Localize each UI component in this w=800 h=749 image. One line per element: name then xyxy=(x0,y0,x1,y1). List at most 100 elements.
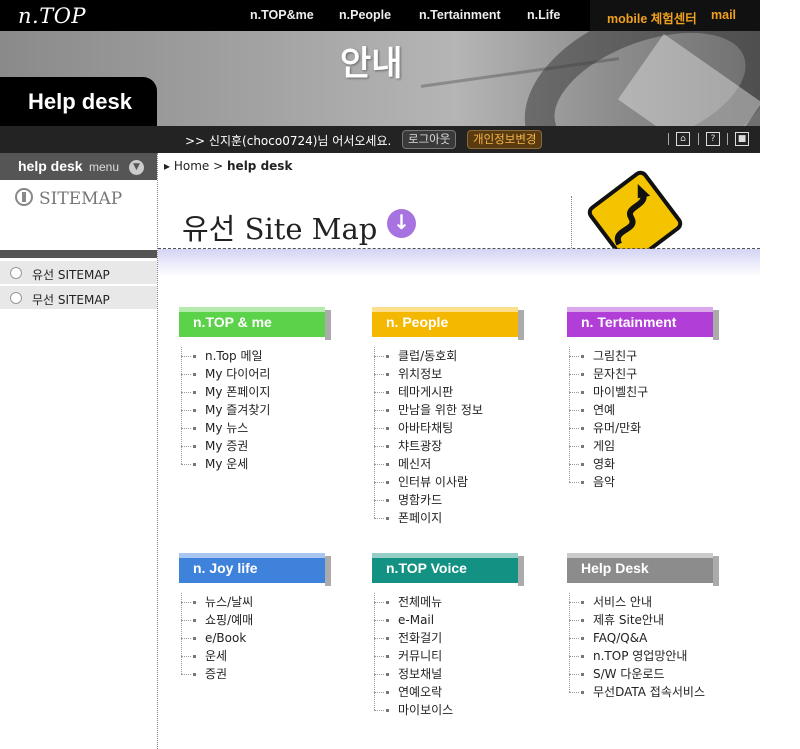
sidebar-header: help desk menu ▼ xyxy=(0,153,157,180)
title-divider xyxy=(571,196,572,248)
mobile-area: mobile 체험센터 mail xyxy=(590,0,760,31)
category-npeople: n. People 클럽/동호회 위치정보 테마게시판 만남을 위한 정보 아바타채팅 챠… xyxy=(372,307,524,527)
mail-link[interactable]: mail xyxy=(711,8,736,22)
breadcrumb-current: help desk xyxy=(227,159,293,173)
category-link[interactable]: 뉴스/날씨 xyxy=(181,593,329,611)
category-link[interactable]: 마이벨친구 xyxy=(569,383,717,401)
category-link[interactable]: 전화걸기 xyxy=(374,629,522,647)
greeting-text: >> 신지훈(choco0724)님 어서오세요. xyxy=(185,134,392,148)
category-link[interactable]: 그림친구 xyxy=(569,347,717,365)
help-icon[interactable]: ? xyxy=(706,132,720,146)
page-title: 유선 Site Map xyxy=(182,212,378,246)
nav-npeople[interactable]: n.People xyxy=(339,8,391,22)
category-link[interactable]: 유머/만화 xyxy=(569,419,717,437)
category-link[interactable]: S/W 다운로드 xyxy=(569,665,717,683)
category-link[interactable]: 커뮤니티 xyxy=(374,647,522,665)
sidebar-item-label: 무선 SITEMAP xyxy=(32,293,110,307)
category-link[interactable]: e-Mail xyxy=(374,611,522,629)
mobile-center-link[interactable]: mobile 체험센터 xyxy=(607,8,697,27)
sidebar-sitemap-heading: SITEMAP xyxy=(15,188,122,209)
category-link[interactable]: 테마게시판 xyxy=(374,383,522,401)
category-help-desk: Help Desk 서비스 안내 제휴 Site안내 FAQ/Q&A n.TOP 영업… xyxy=(567,553,719,701)
nav-ntop-me[interactable]: n.TOP&me xyxy=(250,8,314,22)
category-list: 그림친구 문자친구 마이벨친구 연예 유머/만화 게임 영화 음악 xyxy=(569,347,717,491)
category-link[interactable]: 서비스 안내 xyxy=(569,593,717,611)
user-bar: >> 신지훈(choco0724)님 어서오세요. 로그아웃 개인정보변경 ⌂ … xyxy=(0,126,760,153)
category-link[interactable]: My 즐겨찾기 xyxy=(181,401,329,419)
divider xyxy=(727,133,728,145)
category-list: 클럽/동호회 위치정보 테마게시판 만남을 위한 정보 아바타채팅 챠트광장 메신저 인터뷰 … xyxy=(374,347,522,527)
category-link[interactable]: 마이보이스 xyxy=(374,701,522,719)
category-link[interactable]: My 다이어리 xyxy=(181,365,329,383)
category-link[interactable]: 폰페이지 xyxy=(374,509,522,527)
category-link[interactable]: 연예오락 xyxy=(374,683,522,701)
category-header[interactable]: Help Desk xyxy=(567,553,719,586)
category-link[interactable]: My 운세 xyxy=(181,455,329,473)
category-list: 뉴스/날씨 쇼핑/예매 e/Book 운세 증권 xyxy=(181,593,329,683)
category-ntertainment: n. Tertainment 그림친구 문자친구 마이벨친구 연예 유머/만화 게임 영화 음… xyxy=(567,307,719,491)
category-njoylife: n. Joy life 뉴스/날씨 쇼핑/예매 e/Book 운세 증권 xyxy=(179,553,331,683)
ntop-logo[interactable]: n.TOP xyxy=(18,4,86,28)
sidebar-title: help desk xyxy=(18,158,83,174)
category-link[interactable]: My 뉴스 xyxy=(181,419,329,437)
breadcrumb: ▸ Home > help desk xyxy=(164,159,292,173)
category-link[interactable]: n.TOP 영업망안내 xyxy=(569,647,717,665)
nav-nlife[interactable]: n.Life xyxy=(527,8,560,22)
logout-button[interactable]: 로그아웃 xyxy=(402,130,457,149)
category-link[interactable]: 인터뷰 이사람 xyxy=(374,473,522,491)
bullet-icon xyxy=(10,292,22,304)
category-link[interactable]: My 증권 xyxy=(181,437,329,455)
divider xyxy=(668,133,669,145)
category-link[interactable]: 증권 xyxy=(181,665,329,683)
sitemap-icon[interactable]: ■ xyxy=(735,132,749,146)
category-header[interactable]: n.TOP & me xyxy=(179,307,331,340)
category-ntop-voice: n.TOP Voice 전체메뉴 e-Mail 전화걸기 커뮤니티 정보채널 연예오락 마이… xyxy=(372,553,524,719)
category-link[interactable]: 위치정보 xyxy=(374,365,522,383)
nav-ntertainment[interactable]: n.Tertainment xyxy=(419,8,501,22)
edit-profile-button[interactable]: 개인정보변경 xyxy=(467,130,543,149)
category-link[interactable]: 클럽/동호회 xyxy=(374,347,522,365)
category-header[interactable]: n. Tertainment xyxy=(567,307,719,340)
category-link[interactable]: My 폰페이지 xyxy=(181,383,329,401)
category-link[interactable]: 메신저 xyxy=(374,455,522,473)
category-link[interactable]: FAQ/Q&A xyxy=(569,629,717,647)
category-header[interactable]: n. People xyxy=(372,307,524,340)
chevron-down-icon[interactable]: ▼ xyxy=(129,160,144,175)
sidebar-item-wired-sitemap[interactable]: 유선 SITEMAP xyxy=(0,261,157,285)
category-link[interactable]: 음악 xyxy=(569,473,717,491)
category-link[interactable]: 제휴 Site안내 xyxy=(569,611,717,629)
sidebar-item-label: 유선 SITEMAP xyxy=(32,268,110,282)
bullet-icon xyxy=(10,267,22,279)
category-link[interactable]: 영화 xyxy=(569,455,717,473)
divider xyxy=(698,133,699,145)
sidebar: help desk menu ▼ SITEMAP 유선 SITEMAP 무선 S… xyxy=(0,153,157,749)
category-header[interactable]: n.TOP Voice xyxy=(372,553,524,586)
category-list: n.Top 메일 My 다이어리 My 폰페이지 My 즐겨찾기 My 뉴스 My 증권 M… xyxy=(181,347,329,473)
breadcrumb-home[interactable]: Home xyxy=(174,159,209,173)
category-link[interactable]: n.Top 메일 xyxy=(181,347,329,365)
category-link[interactable]: 쇼핑/예매 xyxy=(181,611,329,629)
category-link[interactable]: 정보채널 xyxy=(374,665,522,683)
category-link[interactable]: 전체메뉴 xyxy=(374,593,522,611)
category-link[interactable]: 만남을 위한 정보 xyxy=(374,401,522,419)
home-icon[interactable]: ⌂ xyxy=(676,132,690,146)
sidebar-divider xyxy=(0,250,157,258)
category-link[interactable]: 챠트광장 xyxy=(374,437,522,455)
category-link[interactable]: 명함카드 xyxy=(374,491,522,509)
top-navigation-bar: n.TOP n.TOP&me n.People n.Tertainment n.… xyxy=(0,0,760,31)
breadcrumb-separator: > xyxy=(213,159,224,173)
power-circle-icon xyxy=(15,188,33,206)
category-link[interactable]: 문자친구 xyxy=(569,365,717,383)
category-link[interactable]: 운세 xyxy=(181,647,329,665)
category-header[interactable]: n. Joy life xyxy=(179,553,331,586)
category-link[interactable]: 무선DATA 접속서비스 xyxy=(569,683,717,701)
breadcrumb-arrow-icon: ▸ xyxy=(164,159,171,173)
category-link[interactable]: e/Book xyxy=(181,629,329,647)
category-list: 전체메뉴 e-Mail 전화걸기 커뮤니티 정보채널 연예오락 마이보이스 xyxy=(374,593,522,719)
category-link[interactable]: 아바타채팅 xyxy=(374,419,522,437)
category-ntop-me: n.TOP & me n.Top 메일 My 다이어리 My 폰페이지 My 즐겨찾기… xyxy=(179,307,331,473)
sitemap-label: SITEMAP xyxy=(39,189,123,209)
sidebar-item-wireless-sitemap[interactable]: 무선 SITEMAP xyxy=(0,286,157,310)
category-link[interactable]: 연예 xyxy=(569,401,717,419)
category-link[interactable]: 게임 xyxy=(569,437,717,455)
